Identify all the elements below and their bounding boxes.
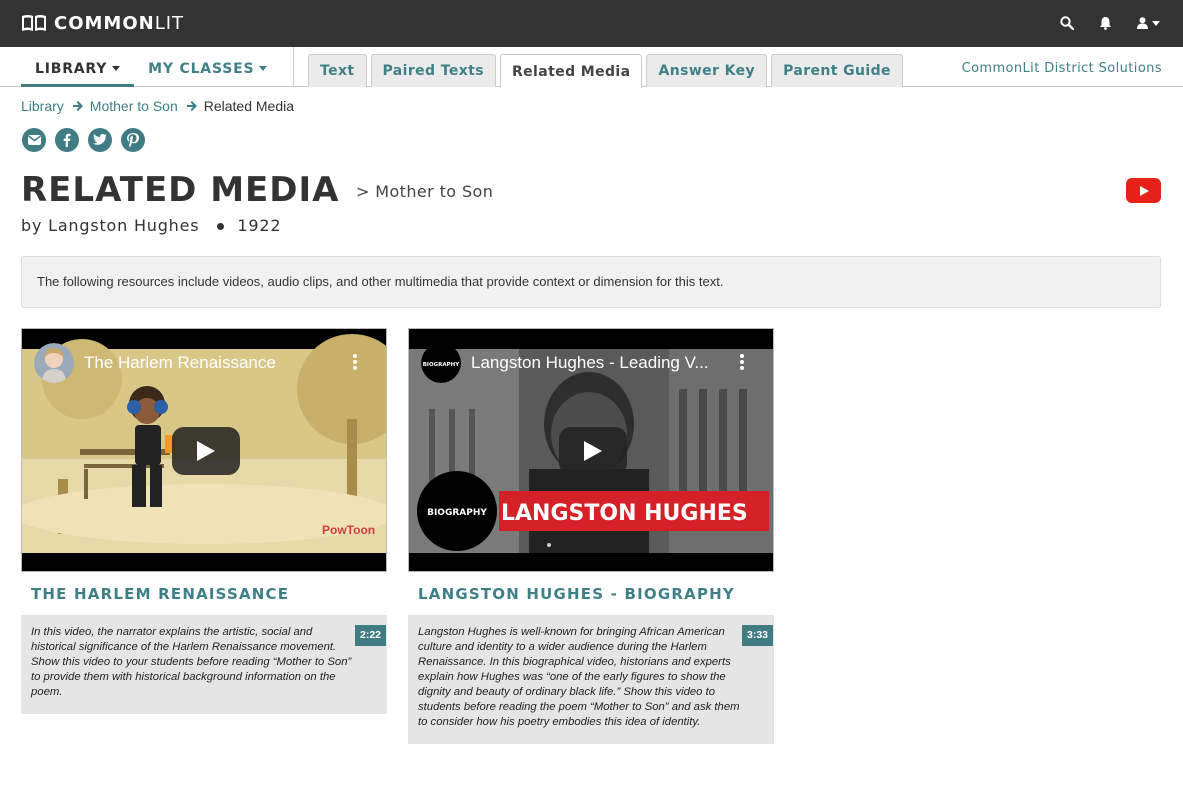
media-title[interactable]: LANGSTON HUGHES - BIOGRAPHY bbox=[408, 585, 774, 603]
author: by Langston Hughes bbox=[21, 216, 200, 235]
user-menu-button[interactable] bbox=[1133, 12, 1163, 34]
search-icon[interactable] bbox=[1057, 12, 1077, 34]
channel-avatar bbox=[34, 343, 74, 383]
twitter-icon[interactable] bbox=[88, 128, 112, 152]
separator-dot bbox=[217, 223, 225, 230]
tab-text[interactable]: Text bbox=[308, 54, 367, 87]
svg-text:BIOGRAPHY: BIOGRAPHY bbox=[423, 362, 461, 368]
district-solutions-link[interactable]: CommonLit District Solutions bbox=[962, 61, 1162, 76]
book-icon bbox=[22, 15, 46, 31]
media-card: PowToon The Harlem Renaissance THE HARLE… bbox=[21, 328, 387, 714]
channel-avatar: BIOGRAPHY bbox=[421, 343, 461, 383]
page-subtitle: > Mother to Son bbox=[356, 182, 494, 201]
biography-logo: BIOGRAPHY bbox=[427, 508, 487, 518]
email-icon[interactable] bbox=[22, 128, 46, 152]
banner-text: LANGSTON HUGHES bbox=[501, 501, 748, 526]
video-title: The Harlem Renaissance bbox=[34, 343, 356, 383]
chevron-down-icon bbox=[112, 66, 121, 71]
media-title[interactable]: THE HARLEM RENAISSANCE bbox=[21, 585, 387, 603]
publish-year: 1922 bbox=[237, 216, 282, 235]
media-card: BIOGRAPHY LANGSTON HUGHES BIOGRAPHY Lang… bbox=[408, 328, 774, 744]
play-button[interactable] bbox=[559, 427, 627, 475]
media-description: Langston Hughes is well-known for bringi… bbox=[408, 615, 774, 744]
bell-icon[interactable] bbox=[1095, 12, 1115, 34]
pinterest-icon[interactable] bbox=[121, 128, 145, 152]
tab-answer-key[interactable]: Answer Key bbox=[646, 54, 768, 87]
share-bar bbox=[22, 128, 154, 152]
brand-name: COMMONLIT bbox=[54, 12, 185, 34]
breadcrumb-library[interactable]: Library bbox=[21, 98, 64, 114]
video-player[interactable]: PowToon The Harlem Renaissance bbox=[21, 328, 387, 572]
video-title: BIOGRAPHY Langston Hughes - Leading V... bbox=[421, 343, 743, 383]
arrow-right-icon bbox=[186, 101, 197, 111]
breadcrumb-mother-to-son[interactable]: Mother to Son bbox=[90, 98, 178, 114]
nav-row: LIBRARY MY CLASSES Text Paired Texts Rel… bbox=[0, 47, 1183, 88]
video-player[interactable]: BIOGRAPHY LANGSTON HUGHES BIOGRAPHY Lang… bbox=[408, 328, 774, 572]
top-bar: COMMONLIT bbox=[0, 0, 1183, 47]
duration-badge: 2:22 bbox=[354, 625, 386, 646]
tab-parent-guide[interactable]: Parent Guide bbox=[771, 54, 903, 87]
divider bbox=[293, 47, 294, 87]
chevron-down-icon bbox=[259, 66, 268, 71]
facebook-icon[interactable] bbox=[55, 128, 79, 152]
byline: by Langston Hughes 1922 bbox=[21, 216, 281, 235]
duration-badge: 3:33 bbox=[741, 625, 773, 646]
watermark: PowToon bbox=[322, 523, 375, 537]
more-options-icon[interactable] bbox=[353, 354, 357, 372]
media-description: In this video, the narrator explains the… bbox=[21, 615, 387, 714]
text-tabs: Text Paired Texts Related Media Answer K… bbox=[308, 54, 907, 88]
nav-my-classes[interactable]: MY CLASSES bbox=[134, 47, 281, 87]
nav-library[interactable]: LIBRARY bbox=[21, 47, 135, 87]
breadcrumb-current: Related Media bbox=[203, 98, 295, 114]
chevron-down-icon bbox=[1151, 20, 1160, 26]
page-title: RELATED MEDIA bbox=[21, 170, 340, 210]
youtube-icon[interactable] bbox=[1126, 178, 1161, 203]
arrow-right-icon bbox=[72, 101, 83, 111]
play-button[interactable] bbox=[172, 427, 240, 475]
info-note: The following resources include videos, … bbox=[21, 256, 1161, 308]
logo[interactable]: COMMONLIT bbox=[21, 12, 184, 34]
breadcrumb: Library Mother to Son Related Media bbox=[21, 98, 294, 114]
tab-related-media[interactable]: Related Media bbox=[499, 54, 643, 88]
tab-paired-texts[interactable]: Paired Texts bbox=[370, 54, 496, 87]
more-options-icon[interactable] bbox=[740, 354, 744, 372]
user-icon bbox=[1136, 17, 1148, 29]
